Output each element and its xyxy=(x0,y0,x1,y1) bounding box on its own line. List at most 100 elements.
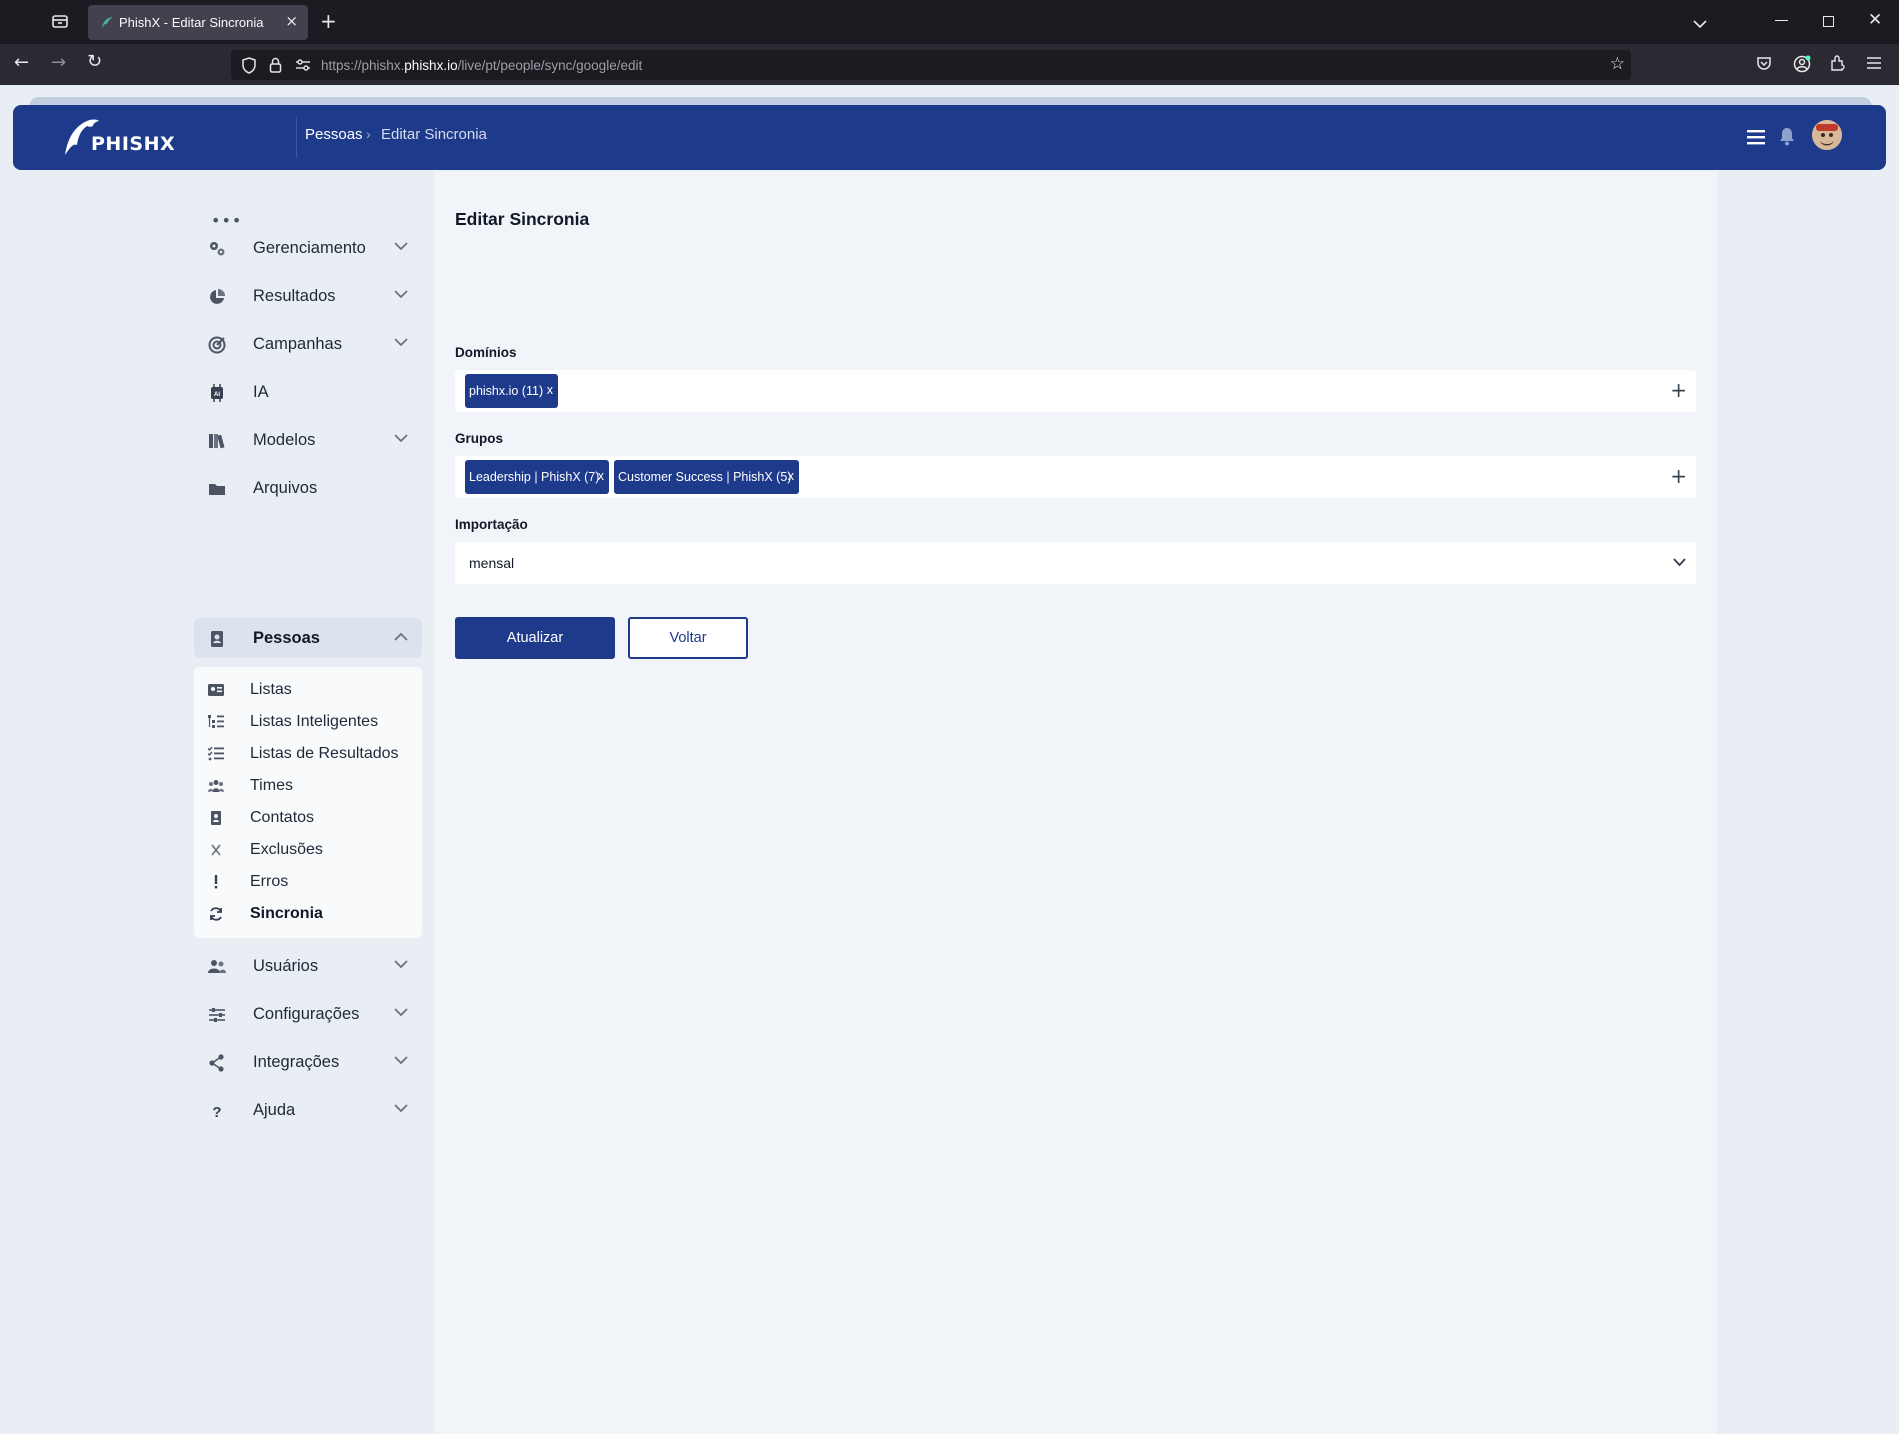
sidebar-item-label: Resultados xyxy=(253,287,336,305)
shield-icon[interactable] xyxy=(241,57,257,74)
submenu-item-contatos[interactable]: Contatos xyxy=(194,803,422,833)
new-tab-icon[interactable]: + xyxy=(320,9,337,33)
add-group-icon[interactable]: + xyxy=(1670,464,1687,488)
submenu-item-label: Sincronia xyxy=(250,905,323,922)
avatar[interactable] xyxy=(1812,120,1842,150)
phishx-logo[interactable]: PHISHX xyxy=(61,115,175,161)
id-card-icon xyxy=(208,684,224,696)
address-bar[interactable]: https://phishx.phishx.io/live/pt/people/… xyxy=(231,50,1631,80)
maximize-icon[interactable] xyxy=(1823,16,1834,27)
chevron-down-icon xyxy=(394,242,408,251)
sidebar-item-modelos[interactable]: Modelos xyxy=(194,420,422,460)
chevron-down-icon xyxy=(394,1104,408,1113)
submenu-item-label: Times xyxy=(250,777,293,794)
submenu-item-erros[interactable]: Erros xyxy=(194,867,422,897)
bell-icon[interactable] xyxy=(1779,127,1795,146)
share-nodes-icon xyxy=(209,1054,224,1072)
sidebar-item-label: Integrações xyxy=(253,1053,340,1071)
question-icon: ? xyxy=(212,1104,221,1120)
ai-chip-icon: AI xyxy=(211,384,223,402)
sidebar-item-gerenciamento[interactable]: Gerenciamento xyxy=(194,228,422,268)
url-path: /live/pt/people/sync/google/edit xyxy=(457,58,643,73)
browser-navigation-bar: ← → ↻ https://phishx.phishx.io/live/pt/p… xyxy=(0,44,1899,85)
sidebar-item-arquivos[interactable]: Arquivos xyxy=(194,468,422,508)
group-chip[interactable]: Leadership | PhishX (7) x xyxy=(465,460,609,494)
groups-tag-input[interactable]: Leadership | PhishX (7) x Customer Succe… xyxy=(455,456,1696,498)
chevron-down-icon xyxy=(394,434,408,443)
domains-tag-input[interactable]: phishx.io (11) x + xyxy=(455,370,1696,412)
sidebar-item-label: Arquivos xyxy=(253,479,318,497)
submenu-item-label: Listas de Resultados xyxy=(250,745,399,762)
chip-remove-icon[interactable]: x xyxy=(598,469,604,483)
submenu-item-exclusoes[interactable]: Exclusões xyxy=(194,835,422,865)
breadcrumb-pessoas[interactable]: Pessoas xyxy=(305,126,363,143)
bookmark-star-icon[interactable]: ☆ xyxy=(1610,54,1625,74)
lock-icon[interactable] xyxy=(269,57,282,73)
submenu-item-listas[interactable]: Listas xyxy=(194,675,422,705)
back-arrow-icon[interactable]: ← xyxy=(14,52,29,73)
update-button[interactable]: Atualizar xyxy=(455,617,615,659)
svg-text:AI: AI xyxy=(214,392,220,398)
url-text[interactable]: https://phishx.phishx.io/live/pt/people/… xyxy=(321,58,642,73)
browser-tab[interactable]: PhishX - Editar Sincronia × xyxy=(88,5,308,40)
hamburger-menu-icon[interactable] xyxy=(1747,130,1765,145)
sidebar-item-label: IA xyxy=(253,383,269,401)
groups-label: Grupos xyxy=(455,431,504,446)
browser-menu-icon[interactable] xyxy=(1867,57,1881,69)
sidebar-item-label: Modelos xyxy=(253,431,316,449)
topbar-divider xyxy=(296,117,297,158)
contact-icon xyxy=(211,811,221,825)
reload-icon[interactable]: ↻ xyxy=(87,51,102,72)
tab-close-icon[interactable]: × xyxy=(285,12,298,30)
sidebar-item-configuracoes[interactable]: Configurações xyxy=(194,994,422,1034)
chip-label: Customer Success | PhishX (5) xyxy=(618,470,792,484)
add-domain-icon[interactable]: + xyxy=(1670,378,1687,402)
tab-overview-icon[interactable] xyxy=(50,12,70,32)
account-icon[interactable] xyxy=(1793,55,1811,73)
sidebar-item-integracoes[interactable]: Integrações xyxy=(194,1042,422,1082)
submenu-item-label: Exclusões xyxy=(250,841,323,858)
sidebar-item-resultados[interactable]: Resultados xyxy=(194,276,422,316)
sidebar-item-campanhas[interactable]: Campanhas xyxy=(194,324,422,364)
gears-icon xyxy=(210,242,225,256)
pocket-icon[interactable] xyxy=(1756,56,1772,72)
chip-remove-icon[interactable]: x xyxy=(547,383,553,397)
import-select[interactable]: mensal xyxy=(455,542,1696,584)
forward-arrow-icon[interactable]: → xyxy=(51,52,66,73)
target-icon xyxy=(208,336,226,354)
url-domain: phishx.io xyxy=(404,58,458,73)
tab-list-chevron-icon[interactable] xyxy=(1692,14,1708,33)
permissions-icon[interactable] xyxy=(295,59,311,71)
extensions-icon[interactable] xyxy=(1829,55,1846,72)
import-label: Importação xyxy=(455,517,528,532)
chip-remove-icon[interactable]: x xyxy=(788,469,794,483)
sidebar-item-usuarios[interactable]: Usuários xyxy=(194,946,422,986)
page: PHISHX Pessoas › Editar Sincronia ••• Ge… xyxy=(0,85,1899,1434)
back-button[interactable]: Voltar xyxy=(628,617,748,659)
sidebar-item-ajuda[interactable]: ? Ajuda xyxy=(194,1090,422,1130)
domain-chip[interactable]: phishx.io (11) x xyxy=(465,374,558,408)
page-title: Editar Sincronia xyxy=(455,209,590,229)
submenu-item-times[interactable]: Times xyxy=(194,771,422,801)
sidebar-item-label: Campanhas xyxy=(253,335,342,353)
sidebar-item-ia[interactable]: AI IA xyxy=(194,372,422,412)
chevron-down-icon xyxy=(394,290,408,299)
minimize-icon[interactable] xyxy=(1775,20,1788,21)
submenu-item-listas-de-resultados[interactable]: Listas de Resultados xyxy=(194,739,422,769)
people-group-icon xyxy=(208,780,224,792)
import-select-value: mensal xyxy=(469,555,515,571)
sidebar-item-label: Gerenciamento xyxy=(253,239,366,257)
submenu-item-sincronia[interactable]: Sincronia xyxy=(194,899,422,929)
users-icon xyxy=(208,960,226,973)
close-window-icon[interactable]: ✕ xyxy=(1868,10,1882,30)
submenu-item-label: Listas xyxy=(250,681,292,698)
submenu-item-listas-inteligentes[interactable]: Listas Inteligentes xyxy=(194,707,422,737)
group-chip[interactable]: Customer Success | PhishX (5) x xyxy=(614,460,799,494)
sidebar-item-label: Usuários xyxy=(253,957,319,975)
chevron-down-icon xyxy=(394,960,408,969)
url-prefix: https://phishx. xyxy=(321,58,405,73)
submenu-item-label: Listas Inteligentes xyxy=(250,713,379,730)
right-gutter xyxy=(1717,171,1899,1434)
sidebar-item-pessoas-expanded[interactable]: Pessoas xyxy=(194,618,422,658)
phishx-favicon-icon xyxy=(102,17,113,28)
